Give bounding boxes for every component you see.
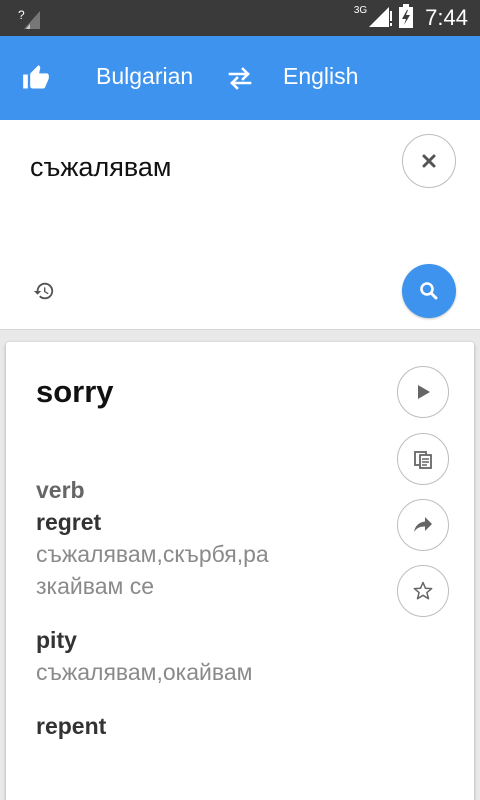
copy-button[interactable] <box>397 433 449 485</box>
entry-word: pity <box>36 627 77 653</box>
signal-icon <box>369 5 393 32</box>
entry-synonyms: съжалявам,окайвам <box>36 659 253 685</box>
entry-word: regret <box>36 509 102 535</box>
clear-button[interactable] <box>402 134 456 188</box>
translation-entry: repent <box>36 710 276 742</box>
play-icon <box>418 385 430 399</box>
share-icon <box>414 517 432 532</box>
share-button[interactable] <box>397 499 449 551</box>
part-of-speech: verb <box>36 477 85 503</box>
search-icon <box>420 282 438 300</box>
result-word: sorry <box>36 374 114 409</box>
network-type-label: 3G <box>353 4 368 16</box>
status-icons: 3G 7:44 <box>354 0 468 36</box>
status-bar: ? 3G 7:44 <box>0 0 480 36</box>
battery-icon <box>399 3 414 33</box>
star-icon <box>413 581 433 600</box>
history-icon[interactable] <box>33 280 55 302</box>
translation-entries: verb regret съжалявам,скърбя,разкайвам с… <box>36 474 276 764</box>
close-icon <box>422 154 436 168</box>
input-panel: съжалявам <box>0 120 480 330</box>
result-card: sorry verb regret съжалявам,скърбя,разка… <box>6 342 474 800</box>
source-language-selector[interactable]: Bulgarian <box>96 63 193 90</box>
translation-entry: pity съжалявам,окайвам <box>36 624 276 688</box>
favorite-button[interactable] <box>397 565 449 617</box>
clock: 7:44 <box>425 5 468 30</box>
translation-entry: verb regret съжалявам,скърбя,разкайвам с… <box>36 474 276 602</box>
no-signal-icon: ? <box>18 7 40 29</box>
app-bar: Bulgarian English <box>0 36 480 120</box>
source-text-input[interactable]: съжалявам <box>30 152 171 183</box>
swap-icon[interactable] <box>226 64 254 92</box>
play-button[interactable] <box>397 366 449 418</box>
svg-text:?: ? <box>18 8 25 22</box>
thumbs-up-icon[interactable] <box>22 64 50 92</box>
search-button[interactable] <box>402 264 456 318</box>
entry-synonyms: съжалявам,скърбя,разкайвам се <box>36 541 269 599</box>
target-language-selector[interactable]: English <box>283 63 358 90</box>
copy-icon <box>414 451 432 469</box>
entry-word: repent <box>36 713 107 739</box>
